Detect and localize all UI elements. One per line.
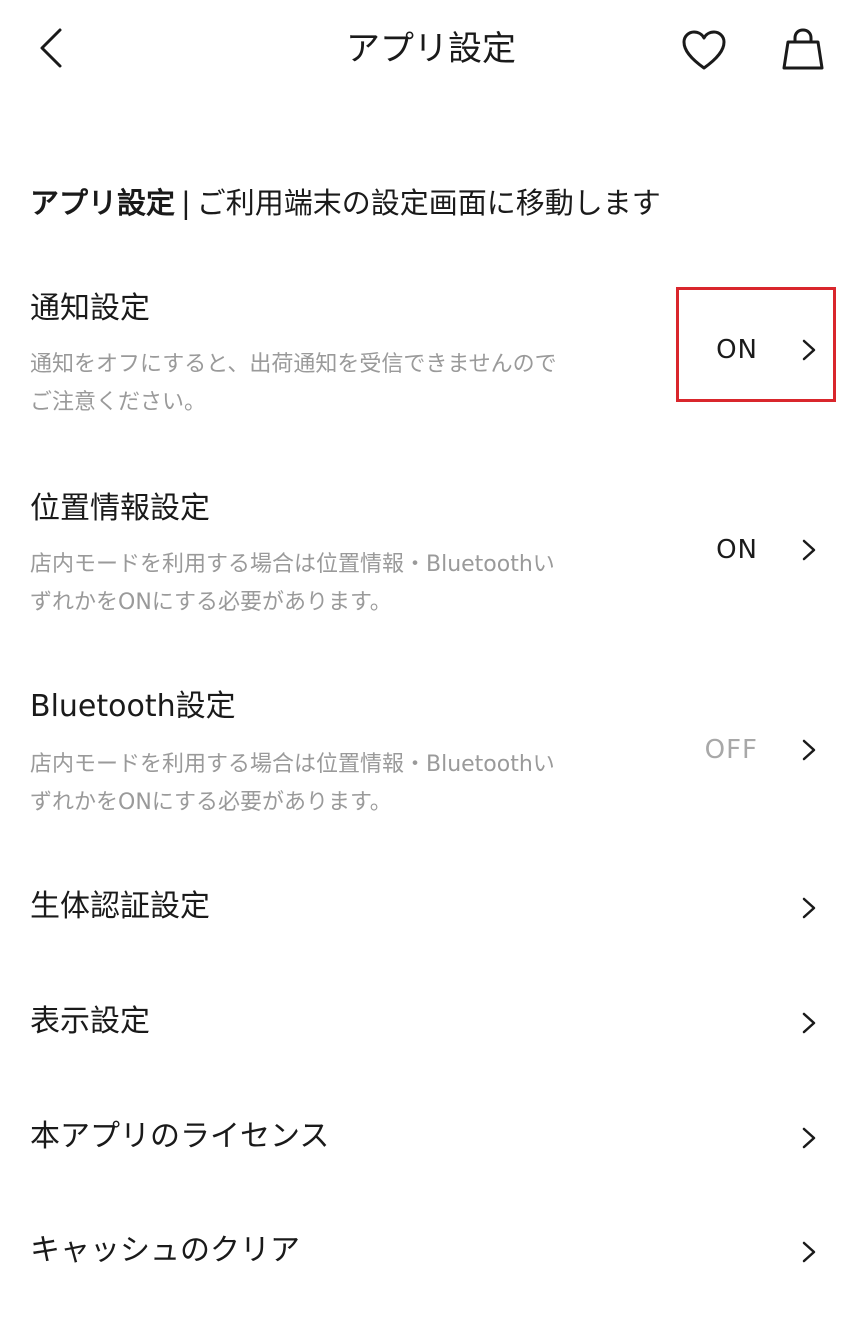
setting-description: 店内モードを利用する場合は位置情報・Bluetoothい ずれかをONにする必要… [30, 546, 630, 622]
setting-row-biometric[interactable]: 生体認証設定 [0, 880, 862, 940]
setting-description: 店内モードを利用する場合は位置情報・Bluetoothい ずれかをONにする必要… [30, 746, 630, 822]
chevron-right-icon [802, 539, 816, 561]
setting-description-line: 店内モードを利用する場合は位置情報・Bluetoothい [30, 552, 555, 577]
setting-row-location[interactable]: 位置情報設定 店内モードを利用する場合は位置情報・Bluetoothい ずれかを… [0, 480, 862, 630]
setting-title: 生体認証設定 [30, 889, 210, 924]
setting-description-line: ずれかをONにする必要があります。 [30, 590, 392, 615]
setting-row-bluetooth[interactable]: Bluetooth設定 店内モードを利用する場合は位置情報・Bluetoothい… [0, 680, 862, 830]
setting-row-cache[interactable]: キャッシュのクリア [0, 1224, 862, 1284]
setting-title: 通知設定 [30, 291, 150, 326]
setting-description-line: 店内モードを利用する場合は位置情報・Bluetoothい [30, 752, 555, 777]
chevron-right-icon [802, 1127, 816, 1149]
heart-icon [682, 30, 726, 70]
page-title: アプリ設定 [346, 29, 516, 69]
shopping-bag-icon [782, 28, 824, 70]
setting-title: 位置情報設定 [30, 491, 210, 526]
favorite-button[interactable] [680, 28, 728, 72]
section-heading-description: ご利用端末の設定画面に移動します [196, 186, 661, 220]
highlight-box [676, 287, 836, 402]
section-heading-separator: | [181, 186, 191, 220]
setting-title: Bluetooth設定 [30, 689, 236, 724]
chevron-right-icon [802, 1241, 816, 1263]
section-heading-strong: アプリ設定 [30, 186, 176, 220]
setting-row-license[interactable]: 本アプリのライセンス [0, 1110, 862, 1170]
setting-description-line: 通知をオフにすると、出荷通知を受信できませんので [30, 352, 557, 377]
section-heading: アプリ設定 | ご利用端末の設定画面に移動します [30, 182, 661, 224]
setting-description-line: ずれかをONにする必要があります。 [30, 790, 392, 815]
setting-row-display[interactable]: 表示設定 [0, 995, 862, 1055]
setting-title: キャッシュのクリア [30, 1233, 300, 1268]
app-header: アプリ設定 [0, 0, 862, 100]
setting-value: OFF [704, 735, 758, 765]
cart-button[interactable] [780, 26, 826, 72]
chevron-right-icon [802, 739, 816, 761]
setting-description-line: ご注意ください。 [30, 390, 207, 415]
setting-description: 通知をオフにすると、出荷通知を受信できませんので ご注意ください。 [30, 346, 630, 422]
chevron-right-icon [802, 897, 816, 919]
chevron-right-icon [802, 1012, 816, 1034]
setting-title: 本アプリのライセンス [30, 1119, 330, 1154]
setting-value: ON [716, 535, 758, 565]
setting-title: 表示設定 [30, 1004, 150, 1039]
